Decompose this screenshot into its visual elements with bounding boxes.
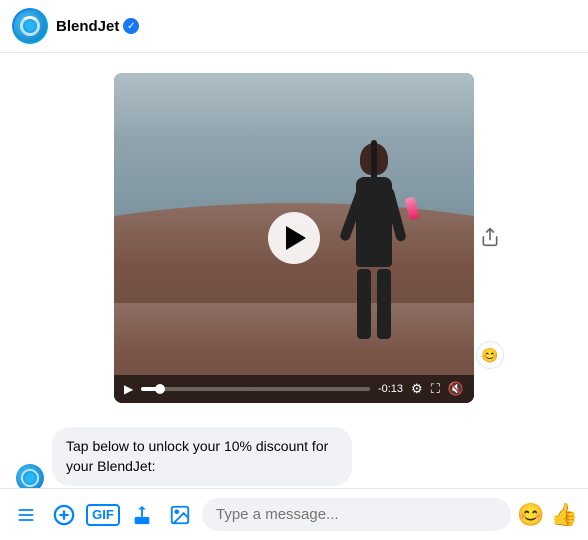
text-bubble: Tap below to unlock your 10% discount fo…: [52, 427, 352, 486]
video-person: [334, 143, 414, 343]
header: BlendJet ✓: [0, 0, 588, 53]
person-leg-left: [357, 269, 371, 339]
chat-area: ▶ -0:13 ⚙ ⛶ 🔇 😊: [0, 53, 588, 491]
messages-section: Tap below to unlock your 10% discount fo…: [0, 419, 588, 491]
plus-icon[interactable]: [48, 499, 80, 531]
video-player[interactable]: ▶ -0:13 ⚙ ⛶ 🔇: [114, 73, 474, 403]
avatar-inner: [14, 10, 46, 42]
message-input[interactable]: [202, 498, 511, 531]
video-controls: ▶ -0:13 ⚙ ⛶ 🔇: [114, 375, 474, 403]
message-row-text: Tap below to unlock your 10% discount fo…: [16, 427, 572, 491]
fullscreen-icon[interactable]: ⛶: [431, 381, 440, 397]
gif-icon[interactable]: GIF: [86, 504, 120, 526]
msg-avatar-swirl: [21, 469, 39, 487]
person-legs: [334, 269, 414, 339]
progress-dot: [155, 384, 165, 394]
play-icon[interactable]: ▶: [124, 382, 133, 396]
reaction-badge[interactable]: 😊: [476, 341, 504, 369]
play-triangle-icon: [286, 226, 306, 250]
menu-icon[interactable]: [10, 499, 42, 531]
brand-name: BlendJet: [56, 18, 119, 35]
bottom-bar: GIF 😊 👍: [0, 488, 588, 540]
person-body: [356, 177, 392, 267]
person-head: [360, 143, 388, 175]
person-arm-right: [383, 187, 407, 243]
video-time: -0:13: [378, 383, 403, 395]
emoji-icon[interactable]: 😊: [517, 502, 544, 528]
person-leg-right: [377, 269, 391, 339]
person-hair: [371, 140, 377, 180]
avatar-swirl-icon: [20, 16, 40, 36]
share-icon[interactable]: [126, 499, 158, 531]
msg-avatar: [16, 464, 44, 491]
person-arm-left: [339, 187, 367, 242]
settings-icon[interactable]: ⚙: [411, 381, 423, 397]
brand-avatar: [12, 8, 48, 44]
share-button[interactable]: [476, 223, 504, 251]
reaction-emoji: 😊: [481, 347, 498, 364]
thumbs-up-icon[interactable]: 👍: [551, 502, 578, 528]
volume-icon[interactable]: 🔇: [448, 381, 464, 397]
progress-bar[interactable]: [141, 387, 370, 391]
image-icon[interactable]: [164, 499, 196, 531]
verified-badge-icon: ✓: [123, 18, 139, 34]
play-button[interactable]: [268, 212, 320, 264]
